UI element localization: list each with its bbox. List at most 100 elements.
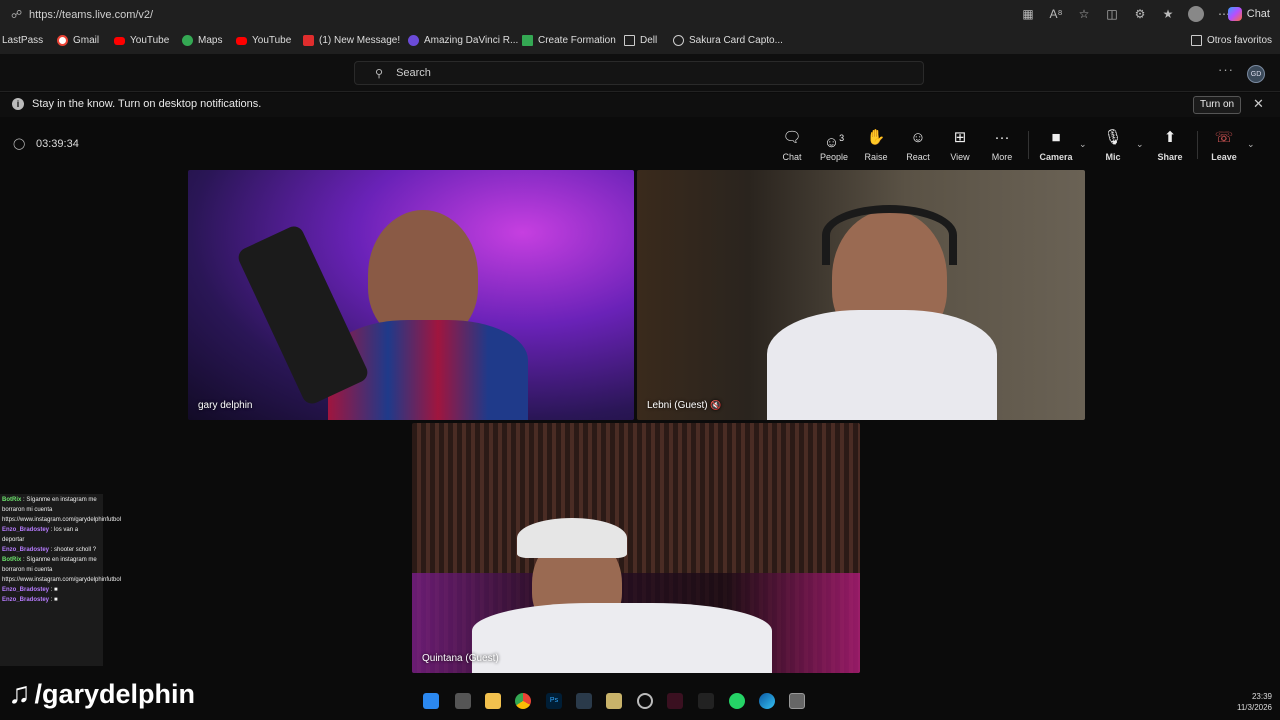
more-button[interactable]: ··· More bbox=[982, 129, 1022, 162]
stream-chat-overlay: BotRix : Síganme en instagram me borraro… bbox=[0, 494, 121, 666]
edge-icon[interactable] bbox=[759, 693, 775, 709]
sheets-icon bbox=[522, 35, 533, 46]
bookmark-label: Maps bbox=[198, 35, 223, 46]
raise-hand-button[interactable]: ✋ Raise bbox=[856, 129, 896, 162]
react-button[interactable]: ☺ React bbox=[898, 129, 938, 162]
favorite-star-icon[interactable]: ☆ bbox=[1076, 6, 1092, 22]
search-icon: ⚲ bbox=[375, 67, 384, 80]
people-icon: ☺3 bbox=[823, 133, 845, 151]
settings-gear-icon[interactable] bbox=[789, 693, 805, 709]
folder-icon bbox=[1191, 35, 1202, 46]
view-button[interactable]: ⊞ View bbox=[940, 129, 980, 162]
video-tile-lebni[interactable]: Lebni (Guest) 🔇 bbox=[637, 170, 1085, 420]
bookmark-label: Gmail bbox=[73, 35, 100, 46]
bookmark-label: YouTube bbox=[252, 35, 292, 46]
chrome-icon[interactable] bbox=[515, 693, 531, 709]
chat-label: Chat bbox=[782, 152, 802, 162]
bookmark-lastpass[interactable]: LastPass bbox=[2, 35, 43, 46]
davinci-resolve-icon[interactable] bbox=[576, 693, 592, 709]
toolbar-divider bbox=[1197, 131, 1198, 159]
system-clock: 23:39 11/3/2026 bbox=[1222, 691, 1272, 713]
bookmark-dell[interactable]: Dell bbox=[624, 35, 657, 46]
notification-message: Stay in the know. Turn on desktop notifi… bbox=[32, 98, 262, 110]
leave-label: Leave bbox=[1211, 152, 1237, 162]
davinci-icon bbox=[408, 35, 419, 46]
chat-button[interactable]: 🗨 Chat bbox=[772, 129, 812, 162]
message-icon bbox=[303, 35, 314, 46]
turn-on-button[interactable]: Turn on bbox=[1193, 96, 1242, 114]
profile-avatar-icon[interactable] bbox=[1188, 6, 1204, 22]
user-avatar[interactable]: GD bbox=[1247, 65, 1265, 83]
bookmark-create-formation[interactable]: Create Formation bbox=[522, 35, 616, 46]
smiley-icon: ☺ bbox=[910, 129, 926, 146]
notepad-icon[interactable] bbox=[606, 693, 622, 709]
participant-name: Quintana (Guest) bbox=[422, 653, 499, 664]
copilot-chat-label: Chat bbox=[1246, 8, 1270, 20]
close-icon[interactable]: ✕ bbox=[1253, 96, 1264, 112]
site-info-icon[interactable]: ☍ bbox=[11, 8, 25, 22]
bookmark-davinci[interactable]: Amazing DaVinci R... bbox=[408, 35, 518, 46]
bookmark-maps[interactable]: Maps bbox=[182, 35, 222, 46]
folder-icon bbox=[624, 35, 635, 46]
chat-message: Enzo_Bradostey : ■ bbox=[2, 595, 101, 605]
notification-banner: i Stay in the know. Turn on desktop noti… bbox=[0, 93, 1280, 117]
copilot-icon bbox=[1227, 7, 1242, 21]
bookmark-youtube[interactable]: YouTube bbox=[114, 35, 169, 46]
globe-icon bbox=[673, 35, 684, 46]
copilot-chat-button[interactable]: Chat bbox=[1227, 7, 1270, 21]
camera-button[interactable]: ■ Camera bbox=[1036, 129, 1076, 162]
bookmark-label: YouTube bbox=[130, 35, 170, 46]
split-screen-icon[interactable]: ◫ bbox=[1104, 6, 1120, 22]
raise-label: Raise bbox=[864, 152, 888, 162]
chat-text: : bbox=[50, 587, 53, 593]
windows-start-icon[interactable] bbox=[423, 693, 439, 709]
address-bar: ☍ https://teams.live.com/v2/ ▦ A⁸ ☆ ◫ ⚙ … bbox=[0, 0, 1280, 30]
task-view-icon[interactable] bbox=[455, 693, 471, 709]
whatsapp-icon[interactable] bbox=[729, 693, 745, 709]
more-options-icon[interactable]: ··· bbox=[1218, 62, 1234, 77]
toolbar-divider bbox=[1028, 131, 1029, 159]
microphone-arm-graphic bbox=[235, 223, 371, 407]
youtube-icon bbox=[114, 36, 125, 45]
mic-options-chevron-icon[interactable]: ⌄ bbox=[1136, 139, 1144, 150]
bookmark-other-favorites[interactable]: Otros favoritos bbox=[1191, 35, 1272, 46]
emote-icon: ■ bbox=[54, 587, 58, 593]
bookmark-label: Sakura Card Capto... bbox=[689, 35, 783, 46]
photoshop-icon[interactable]: Ps bbox=[546, 693, 562, 709]
bookmark-sakura[interactable]: Sakura Card Capto... bbox=[673, 35, 783, 46]
bookmark-new-message[interactable]: (1) New Message! bbox=[303, 35, 400, 46]
youtube-icon bbox=[236, 36, 247, 45]
share-button[interactable]: ⬆ Share bbox=[1150, 129, 1190, 162]
bookmark-youtube-2[interactable]: YouTube bbox=[236, 35, 291, 46]
clock-time: 23:39 bbox=[1251, 692, 1272, 701]
bookmark-label: (1) New Message! bbox=[319, 35, 401, 46]
read-aloud-icon[interactable]: A⁸ bbox=[1048, 6, 1064, 22]
leave-options-chevron-icon[interactable]: ⌄ bbox=[1247, 139, 1255, 150]
headphones-graphic bbox=[822, 205, 957, 265]
bookmark-label: Create Formation bbox=[538, 35, 616, 46]
participant-name-text: Lebni (Guest) bbox=[647, 400, 708, 411]
leave-button[interactable]: ☏ Leave bbox=[1204, 129, 1244, 162]
camera-options-chevron-icon[interactable]: ⌄ bbox=[1079, 139, 1087, 150]
browser-toolbar-icons: ▦ A⁸ ☆ ◫ ⚙ ★ ⋯ bbox=[1020, 6, 1232, 22]
extensions-icon[interactable]: ⚙ bbox=[1132, 6, 1148, 22]
bookmark-gmail[interactable]: Gmail bbox=[57, 35, 99, 46]
video-tile-gary[interactable]: gary delphin bbox=[188, 170, 634, 420]
file-explorer-icon[interactable] bbox=[485, 693, 501, 709]
url-field[interactable]: https://teams.live.com/v2/ bbox=[29, 9, 153, 21]
app-icon[interactable] bbox=[667, 693, 683, 709]
people-button[interactable]: ☺3 People bbox=[814, 129, 854, 162]
favorites-icon[interactable]: ★ bbox=[1160, 6, 1176, 22]
people-count: 3 bbox=[839, 133, 845, 143]
app-icon-2[interactable] bbox=[698, 693, 714, 709]
search-box[interactable]: ⚲ Search bbox=[354, 61, 924, 85]
share-label: Share bbox=[1157, 152, 1183, 162]
apps-icon[interactable]: ▦ bbox=[1020, 6, 1036, 22]
bookmark-label: Amazing DaVinci R... bbox=[424, 35, 519, 46]
hang-up-icon: ☏ bbox=[1214, 129, 1234, 146]
chat-message: BotRix : Síganme en instagram me borraro… bbox=[2, 555, 121, 585]
mic-button[interactable]: 🎙 Mic bbox=[1093, 129, 1133, 162]
obs-icon[interactable] bbox=[637, 693, 653, 709]
video-tile-quintana[interactable]: Quintana (Guest) bbox=[412, 423, 860, 673]
cap-graphic bbox=[517, 518, 627, 558]
